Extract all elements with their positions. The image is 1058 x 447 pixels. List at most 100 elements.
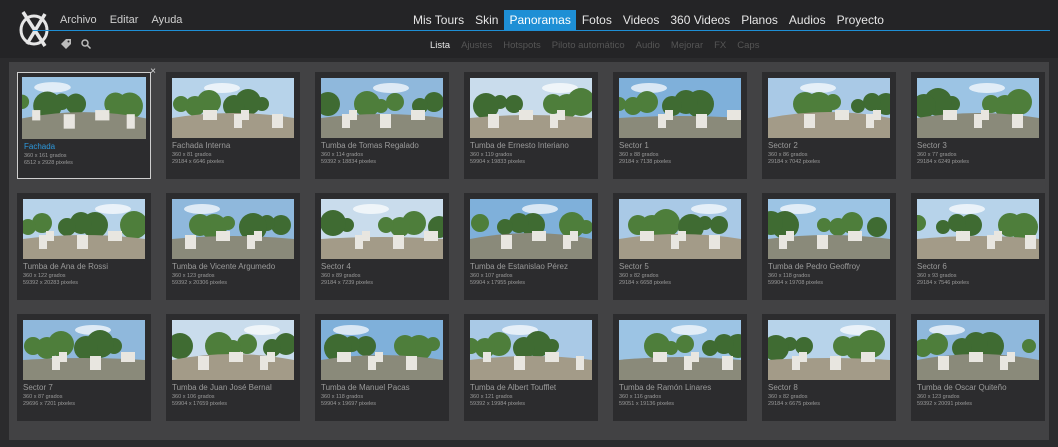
panorama-pixels: 59904 x 19708 pixeles xyxy=(768,280,824,286)
tab-panoramas[interactable]: Panoramas xyxy=(504,10,576,30)
panorama-angles: 360 x 114 grados xyxy=(321,152,364,158)
panorama-card[interactable]: Fachada Interna 360 x 81 grados 29184 x 66… xyxy=(166,72,300,179)
panorama-card[interactable]: Sector 4 360 x 89 grados 29184 x 7239 pixe… xyxy=(315,193,449,300)
panorama-card[interactable]: Sector 5 360 x 82 grados 29184 x 6658 pixe… xyxy=(613,193,747,300)
panorama-card[interactable]: Tumba de Manuel Pacas 360 x 118 grados 599… xyxy=(315,314,449,421)
panorama-card[interactable]: Sector 1 360 x 88 grados 29184 x 7138 pixe… xyxy=(613,72,747,179)
panorama-thumbnail xyxy=(619,320,741,380)
panorama-thumbnail xyxy=(917,320,1039,380)
panorama-thumbnail xyxy=(172,199,294,259)
panorama-card[interactable]: Sector 6 360 x 93 grados 29184 x 7546 pixe… xyxy=(911,193,1045,300)
toolbar xyxy=(60,38,92,50)
panorama-thumbnail xyxy=(321,78,443,138)
panorama-pixels: 59392 x 20283 pixeles xyxy=(23,280,79,286)
panorama-title: Sector 3 xyxy=(917,141,947,150)
tab-proyecto[interactable]: Proyecto xyxy=(832,10,889,30)
panorama-angles: 360 x 82 grados xyxy=(768,394,808,400)
subtab-lista[interactable]: Lista xyxy=(430,38,450,54)
panorama-angles: 360 x 87 grados xyxy=(23,394,63,400)
panorama-pixels: 29184 x 6646 pixeles xyxy=(172,159,224,165)
panorama-pixels: 29184 x 6658 pixeles xyxy=(619,280,671,286)
panorama-thumbnail xyxy=(470,199,592,259)
panorama-pixels: 59392 x 19984 pixeles xyxy=(470,401,526,407)
panorama-angles: 360 x 107 grados xyxy=(470,273,513,279)
panorama-title: Tumba de Oscar Quiteño xyxy=(917,383,1007,392)
panorama-title: Tumba de Tomas Regalado xyxy=(321,141,419,150)
menu-editar[interactable]: Editar xyxy=(110,11,139,29)
panorama-card[interactable]: Tumba de Estanislao Pérez 360 x 107 grado… xyxy=(464,193,598,300)
panorama-thumbnail xyxy=(470,78,592,138)
subtab-fx[interactable]: FX xyxy=(714,38,726,54)
panorama-card[interactable]: Tumba de Ernesto Interiano 360 x 119 grad… xyxy=(464,72,598,179)
panorama-title: Tumba de Ana de Rossi xyxy=(23,262,109,271)
panorama-pixels: 29184 x 7546 pixeles xyxy=(917,280,969,286)
tab-audios[interactable]: Audios xyxy=(784,10,831,30)
panorama-pixels: 29184 x 7239 pixeles xyxy=(321,280,373,286)
panorama-card[interactable]: Sector 8 360 x 82 grados 29184 x 6675 pixe… xyxy=(762,314,896,421)
panorama-angles: 360 x 82 grados xyxy=(619,273,659,279)
subtab-hotspots[interactable]: Hotspots xyxy=(503,38,541,54)
panorama-angles: 360 x 118 grados xyxy=(321,394,364,400)
panorama-title: Tumba de Manuel Pacas xyxy=(321,383,410,392)
panorama-thumbnail xyxy=(22,77,146,139)
tab-videos[interactable]: Videos xyxy=(618,10,664,30)
panorama-title: Fachada Interna xyxy=(172,141,231,150)
panorama-card[interactable]: Tumba de Ramón Linares 360 x 116 grados 59… xyxy=(613,314,747,421)
app-logo xyxy=(19,11,49,47)
panorama-pixels: 29184 x 7042 pixeles xyxy=(768,159,820,165)
subtab-piloto-automatico[interactable]: Piloto automático xyxy=(552,38,625,54)
close-icon[interactable]: × xyxy=(148,67,158,77)
panorama-thumbnail xyxy=(768,199,890,259)
search-icon[interactable] xyxy=(80,38,92,50)
panorama-card[interactable]: Sector 7 360 x 87 grados 29696 x 7201 pixe… xyxy=(17,314,151,421)
panorama-thumbnail xyxy=(619,78,741,138)
panorama-pixels: 59904 x 19697 pixeles xyxy=(321,401,377,407)
tab-fotos[interactable]: Fotos xyxy=(577,10,617,30)
menu-ayuda[interactable]: Ayuda xyxy=(151,11,182,29)
panorama-thumbnail xyxy=(768,320,890,380)
panorama-thumbnail xyxy=(470,320,592,380)
menu-archivo[interactable]: Archivo xyxy=(60,11,97,29)
tab-skin[interactable]: Skin xyxy=(470,10,503,30)
panorama-angles: 360 x 118 grados xyxy=(768,273,811,279)
subtab-audio[interactable]: Audio xyxy=(636,38,660,54)
subtab-caps[interactable]: Caps xyxy=(737,38,759,54)
sub-nav: Lista Ajustes Hotspots Piloto automático Aud… xyxy=(430,38,770,54)
panorama-angles: 360 x 123 grados xyxy=(172,273,215,279)
panorama-card[interactable]: Tumba de Ana de Rossi 360 x 122 grados 593… xyxy=(17,193,151,300)
panorama-thumbnail xyxy=(172,78,294,138)
panorama-title: Sector 5 xyxy=(619,262,649,271)
panorama-thumbnail xyxy=(172,320,294,380)
subtab-ajustes[interactable]: Ajustes xyxy=(461,38,492,54)
panorama-angles: 360 x 106 grados xyxy=(172,394,215,400)
tab-360-videos[interactable]: 360 Videos xyxy=(665,10,735,30)
panorama-card[interactable]: Tumba de Pedro Geoffroy 360 x 118 grados 5… xyxy=(762,193,896,300)
tag-icon[interactable] xyxy=(60,38,72,50)
panorama-card[interactable]: Tumba de Vicente Argumedo 360 x 123 grado… xyxy=(166,193,300,300)
panorama-thumbnail xyxy=(321,199,443,259)
nav-underline xyxy=(33,30,1050,31)
panorama-title: Tumba de Pedro Geoffroy xyxy=(768,262,861,271)
panorama-angles: 360 x 93 grados xyxy=(917,273,957,279)
panorama-title: Tumba de Juan José Bernal xyxy=(172,383,272,392)
panorama-card[interactable]: Tumba de Oscar Quiteño 360 x 123 grados 59… xyxy=(911,314,1045,421)
panorama-pixels: 59392 x 20091 pixeles xyxy=(917,401,973,407)
panorama-card[interactable]: Tumba de Albert Toufflet 360 x 121 grados… xyxy=(464,314,598,421)
panorama-card[interactable]: Sector 2 360 x 86 grados 29184 x 7042 pixe… xyxy=(762,72,896,179)
panorama-card[interactable]: Tumba de Tomas Regalado 360 x 114 grados 5… xyxy=(315,72,449,179)
panorama-angles: 360 x 86 grados xyxy=(768,152,808,158)
panorama-card[interactable]: Tumba de Juan José Bernal 360 x 106 grado… xyxy=(166,314,300,421)
panorama-angles: 360 x 88 grados xyxy=(619,152,659,158)
tab-mis-tours[interactable]: Mis Tours xyxy=(408,10,469,30)
tab-planos[interactable]: Planos xyxy=(736,10,783,30)
panorama-card[interactable]: Sector 3 360 x 77 grados 29184 x 6249 pixe… xyxy=(911,72,1045,179)
panorama-angles: 360 x 119 grados xyxy=(470,152,513,158)
panorama-angles: 360 x 123 grados xyxy=(917,394,960,400)
panorama-thumbnail xyxy=(321,320,443,380)
panorama-angles: 360 x 122 grados xyxy=(23,273,66,279)
panorama-title: Tumba de Ernesto Interiano xyxy=(470,141,569,150)
panorama-angles: 360 x 77 grados xyxy=(917,152,957,158)
panorama-card[interactable]: Fachada 360 x 161 grados 6512 x 2928 pixel… xyxy=(17,67,156,179)
subtab-mejorar[interactable]: Mejorar xyxy=(671,38,703,54)
panorama-title: Tumba de Vicente Argumedo xyxy=(172,262,276,271)
